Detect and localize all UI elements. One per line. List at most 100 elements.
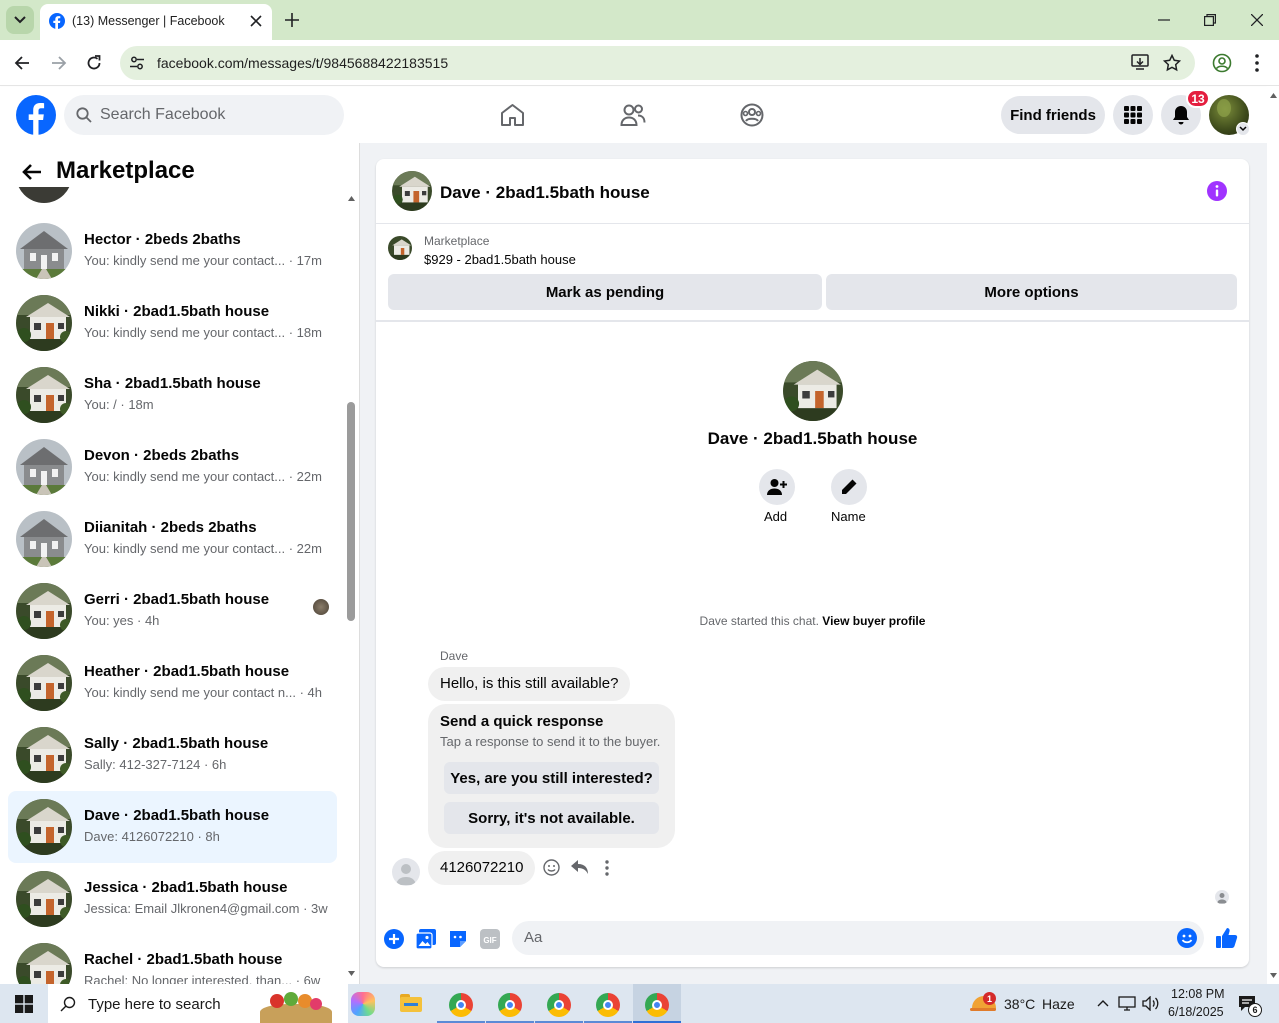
restore-icon[interactable] — [1204, 14, 1216, 26]
chrome-taskbar-icon-2[interactable] — [498, 993, 522, 1017]
back-arrow-icon[interactable] — [22, 163, 42, 181]
show-hidden-icons-icon[interactable] — [1097, 999, 1109, 1007]
sticker-icon[interactable] — [448, 929, 468, 949]
new-tab-icon[interactable] — [285, 13, 299, 27]
profile-avatar[interactable] — [783, 361, 843, 421]
conversation-row[interactable]: Rachel · 2bad1.5bath house Rachel: No lon… — [8, 935, 337, 984]
conversation-sidebar: Marketplace Hector · 2beds 2baths You: ki… — [0, 143, 360, 984]
mark-as-pending-button[interactable]: Mark as pending — [388, 274, 822, 310]
chat-panel: Dave · 2bad1.5bath house Marketplace $92… — [376, 159, 1249, 967]
profile-icon[interactable] — [1212, 53, 1232, 73]
scroll-down-arrow-icon[interactable] — [348, 971, 355, 976]
more-actions-plus-icon[interactable] — [384, 929, 404, 949]
scroll-down-arrow-icon[interactable] — [1270, 973, 1277, 978]
clock-date[interactable]: 6/18/2025 — [1168, 1005, 1224, 1019]
message-bubble-1[interactable]: Hello, is this still available? — [428, 667, 631, 701]
tab-list-button[interactable] — [6, 6, 34, 34]
scrollbar-thumb[interactable] — [347, 402, 355, 621]
chat-header-avatar[interactable] — [392, 171, 432, 211]
quick-reply-sorry-label: Sorry, it's not available. — [468, 809, 635, 827]
message-bubble-2[interactable]: 4126072210 — [428, 851, 536, 885]
reload-icon[interactable] — [86, 55, 102, 71]
site-info-icon[interactable] — [129, 55, 145, 71]
conversation-row[interactable]: Sally · 2bad1.5bath house Sally: 412-327-… — [8, 719, 337, 791]
chrome-taskbar-icon-5-active[interactable] — [633, 984, 681, 1023]
conversation-row[interactable]: Jessica · 2bad1.5bath house Jessica: Emai… — [8, 863, 337, 935]
react-emoji-icon[interactable] — [543, 859, 560, 876]
menu-button[interactable] — [1113, 95, 1153, 135]
default-user-icon — [1217, 893, 1227, 904]
find-friends-label: Find friends — [1010, 106, 1096, 124]
groups-icon[interactable] — [740, 103, 764, 127]
minimize-icon[interactable] — [1158, 19, 1170, 21]
listing-price-title[interactable]: $929 - 2bad1.5bath house — [424, 252, 576, 267]
windows-start-icon[interactable] — [15, 995, 33, 1013]
friends-icon[interactable] — [620, 103, 646, 127]
browser-menu-icon[interactable] — [1255, 54, 1259, 72]
clock-time[interactable]: 12:08 PM — [1171, 987, 1225, 1001]
scroll-up-arrow-icon[interactable] — [1270, 93, 1277, 98]
taskbar-search-placeholder: Type here to search — [88, 996, 221, 1013]
volume-icon[interactable] — [1142, 996, 1160, 1011]
conversation-row[interactable]: Devon · 2beds 2baths You: kindly send me … — [8, 431, 337, 503]
message-composer-input[interactable]: Aa — [512, 921, 1204, 955]
view-buyer-profile-link[interactable]: View buyer profile — [822, 614, 925, 628]
bookmark-star-icon[interactable] — [1163, 54, 1181, 72]
search-facebook-input[interactable]: Search Facebook — [64, 95, 344, 135]
house-thumbnail-icon — [16, 367, 72, 423]
weather-widget[interactable]: 1 38°C Haze — [970, 984, 1080, 1023]
chrome-taskbar-icon-4[interactable] — [596, 993, 620, 1017]
reply-icon[interactable] — [571, 860, 589, 875]
find-friends-button[interactable]: Find friends — [1001, 96, 1105, 134]
forward-arrow-icon[interactable] — [51, 55, 67, 71]
sidebar-scrollbar[interactable] — [345, 193, 357, 983]
home-icon[interactable] — [500, 103, 525, 127]
quick-reply-sorry-button[interactable]: Sorry, it's not available. — [444, 802, 659, 834]
more-options-button[interactable]: More options — [826, 274, 1237, 310]
copilot-app-icon[interactable] — [351, 992, 375, 1016]
sender-avatar[interactable] — [392, 858, 420, 886]
chrome-taskbar-icon-1[interactable] — [449, 993, 473, 1017]
conversation-row[interactable]: Gerri · 2bad1.5bath house You: yes · 4h — [8, 575, 337, 647]
more-actions-icon[interactable] — [605, 860, 609, 876]
chat-header-title[interactable]: Dave · 2bad1.5bath house — [440, 183, 650, 203]
conversation-snippet: You: kindly send me your contact... · 22… — [84, 541, 322, 556]
conversation-row[interactable]: Dave · 2bad1.5bath house Dave: 4126072210… — [8, 791, 337, 863]
emoji-picker-icon[interactable] — [1177, 928, 1197, 948]
quick-reply-yes-button[interactable]: Yes, are you still interested? — [444, 762, 659, 794]
conversation-name: Nikki · 2bad1.5bath house — [84, 303, 270, 320]
conversation-row[interactable]: Nikki · 2bad1.5bath house You: kindly sen… — [8, 287, 337, 359]
listing-thumbnail[interactable] — [388, 236, 412, 260]
facebook-logo-icon[interactable] — [16, 95, 56, 135]
close-window-icon[interactable] — [1251, 14, 1263, 26]
header-divider — [376, 223, 1249, 224]
browser-tab-active[interactable]: (13) Messenger | Facebook — [40, 4, 272, 40]
message-text-2: 4126072210 — [440, 859, 524, 876]
page-scrollbar[interactable] — [1267, 87, 1279, 984]
attach-media-icon[interactable] — [416, 929, 436, 949]
file-explorer-icon[interactable] — [400, 994, 422, 1012]
conversation-snippet: Sally: 412-327-7124 · 6h — [84, 757, 227, 772]
back-arrow-icon[interactable] — [14, 55, 30, 71]
send-like-icon[interactable] — [1216, 927, 1238, 949]
scroll-up-arrow-icon[interactable] — [348, 196, 355, 201]
network-icon[interactable] — [1118, 996, 1136, 1011]
weather-text: Haze — [1042, 996, 1075, 1012]
house-thumbnail-icon — [16, 871, 72, 927]
account-chevron[interactable] — [1236, 122, 1250, 136]
edit-name-button[interactable] — [831, 469, 867, 505]
install-app-icon[interactable] — [1131, 54, 1149, 71]
address-bar[interactable]: facebook.com/messages/t/9845688422183515 — [120, 46, 1195, 80]
conversation-snippet: You: kindly send me your contact... · 17… — [84, 253, 322, 268]
search-icon — [76, 107, 92, 123]
conversation-row[interactable]: Hector · 2beds 2baths You: kindly send me… — [8, 215, 337, 287]
taskbar-search-box[interactable]: Type here to search — [48, 984, 348, 1023]
gif-icon[interactable]: GIF — [480, 929, 500, 949]
conversation-row[interactable]: Heather · 2bad1.5bath house You: kindly s… — [8, 647, 337, 719]
conversation-row[interactable]: Diianitah · 2beds 2baths You: kindly send… — [8, 503, 337, 575]
add-contact-button[interactable] — [759, 469, 795, 505]
close-tab-icon[interactable] — [250, 15, 262, 27]
chrome-taskbar-icon-3[interactable] — [547, 993, 571, 1017]
conversation-info-icon[interactable] — [1207, 181, 1227, 201]
conversation-row[interactable]: Sha · 2bad1.5bath house You: / · 18m — [8, 359, 337, 431]
